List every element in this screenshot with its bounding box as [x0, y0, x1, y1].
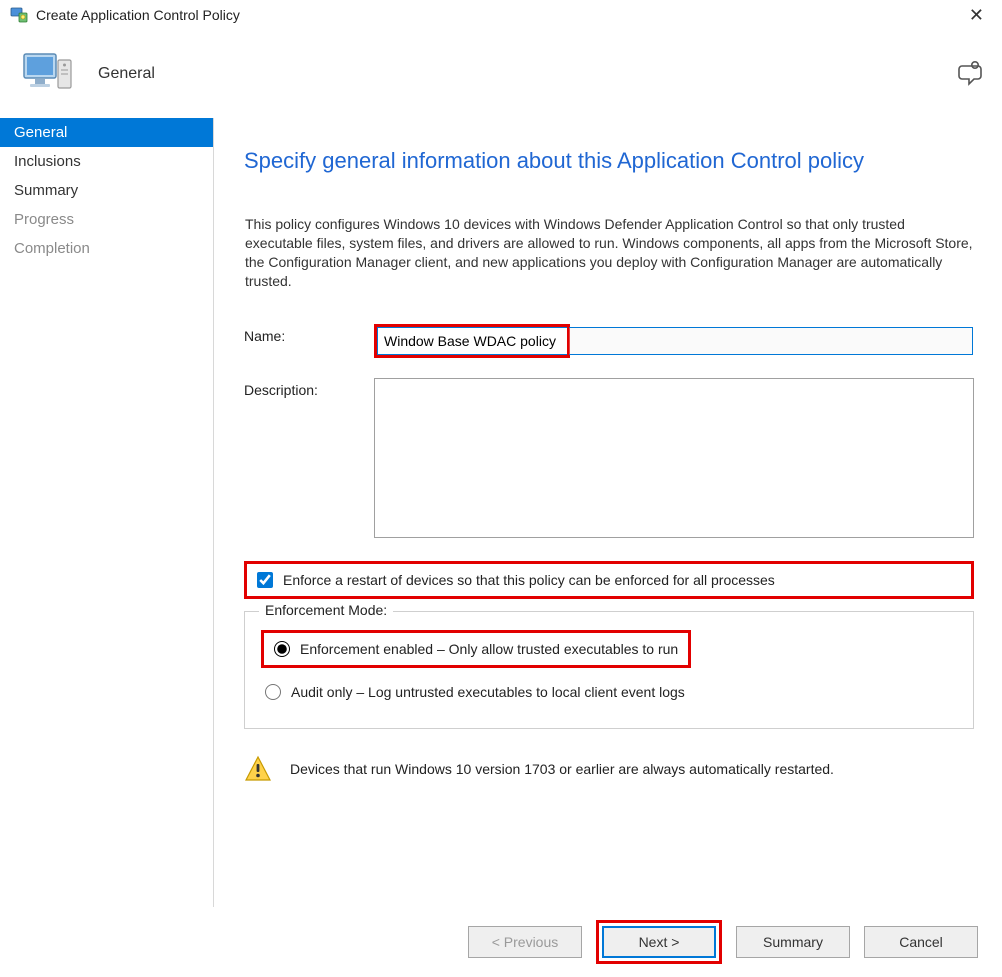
- wizard-footer: < Previous Next > Summary Cancel: [0, 907, 1002, 977]
- enforce-radio-label[interactable]: Enforcement enabled – Only allow trusted…: [300, 641, 678, 657]
- audit-radio-label[interactable]: Audit only – Log untrusted executables t…: [291, 684, 685, 700]
- wizard-window: Create Application Control Policy ✕ Gene…: [0, 0, 1002, 977]
- restart-note-text: Devices that run Windows 10 version 1703…: [290, 761, 834, 777]
- audit-radio[interactable]: [265, 684, 281, 700]
- wizard-main: Specify general information about this A…: [214, 118, 1002, 907]
- cancel-button[interactable]: Cancel: [864, 926, 978, 958]
- enforce-radio[interactable]: [274, 641, 290, 657]
- next-button[interactable]: Next >: [602, 926, 716, 958]
- wizard-body: General Inclusions Summary Progress Comp…: [0, 118, 1002, 907]
- enforcement-legend: Enforcement Mode:: [259, 602, 393, 618]
- audit-radio-row: Audit only – Log untrusted executables t…: [261, 674, 957, 710]
- intro-text: This policy configures Windows 10 device…: [245, 215, 973, 291]
- title-bar: Create Application Control Policy ✕: [0, 0, 1002, 30]
- sidebar-step-completion: Completion: [0, 234, 213, 263]
- restart-note-row: Devices that run Windows 10 version 1703…: [244, 751, 974, 783]
- description-row: Description:: [244, 378, 974, 541]
- description-textarea[interactable]: [374, 378, 974, 538]
- sidebar-step-inclusions[interactable]: Inclusions: [0, 147, 213, 176]
- page-title: Specify general information about this A…: [244, 148, 974, 174]
- name-input-extension[interactable]: [569, 327, 973, 355]
- restart-label[interactable]: Enforce a restart of devices so that thi…: [283, 572, 775, 588]
- close-button[interactable]: ✕: [961, 4, 992, 26]
- name-label: Name:: [244, 324, 374, 344]
- sidebar-step-general[interactable]: General: [0, 118, 213, 147]
- window-title: Create Application Control Policy: [36, 7, 240, 23]
- enforcement-fieldset: Enforcement Mode: Enforcement enabled – …: [244, 611, 974, 729]
- computer-icon: [20, 46, 76, 102]
- description-label: Description:: [244, 378, 374, 398]
- enforce-radio-row: Enforcement enabled – Only allow trusted…: [261, 630, 691, 668]
- help-icon[interactable]: [958, 60, 986, 88]
- intro-container: This policy configures Windows 10 device…: [244, 210, 974, 296]
- header-step-label: General: [98, 65, 155, 83]
- summary-button[interactable]: Summary: [736, 926, 850, 958]
- restart-checkbox[interactable]: [257, 572, 273, 588]
- name-row: Name:: [244, 324, 974, 358]
- warning-icon: [244, 755, 272, 783]
- wizard-header: General: [0, 30, 1002, 118]
- wizard-sidebar: General Inclusions Summary Progress Comp…: [0, 118, 214, 907]
- previous-button: < Previous: [468, 926, 582, 958]
- restart-checkbox-row: Enforce a restart of devices so that thi…: [244, 561, 974, 599]
- name-input[interactable]: [377, 327, 567, 355]
- sidebar-step-summary[interactable]: Summary: [0, 176, 213, 205]
- app-icon: [10, 6, 28, 24]
- sidebar-step-progress: Progress: [0, 205, 213, 234]
